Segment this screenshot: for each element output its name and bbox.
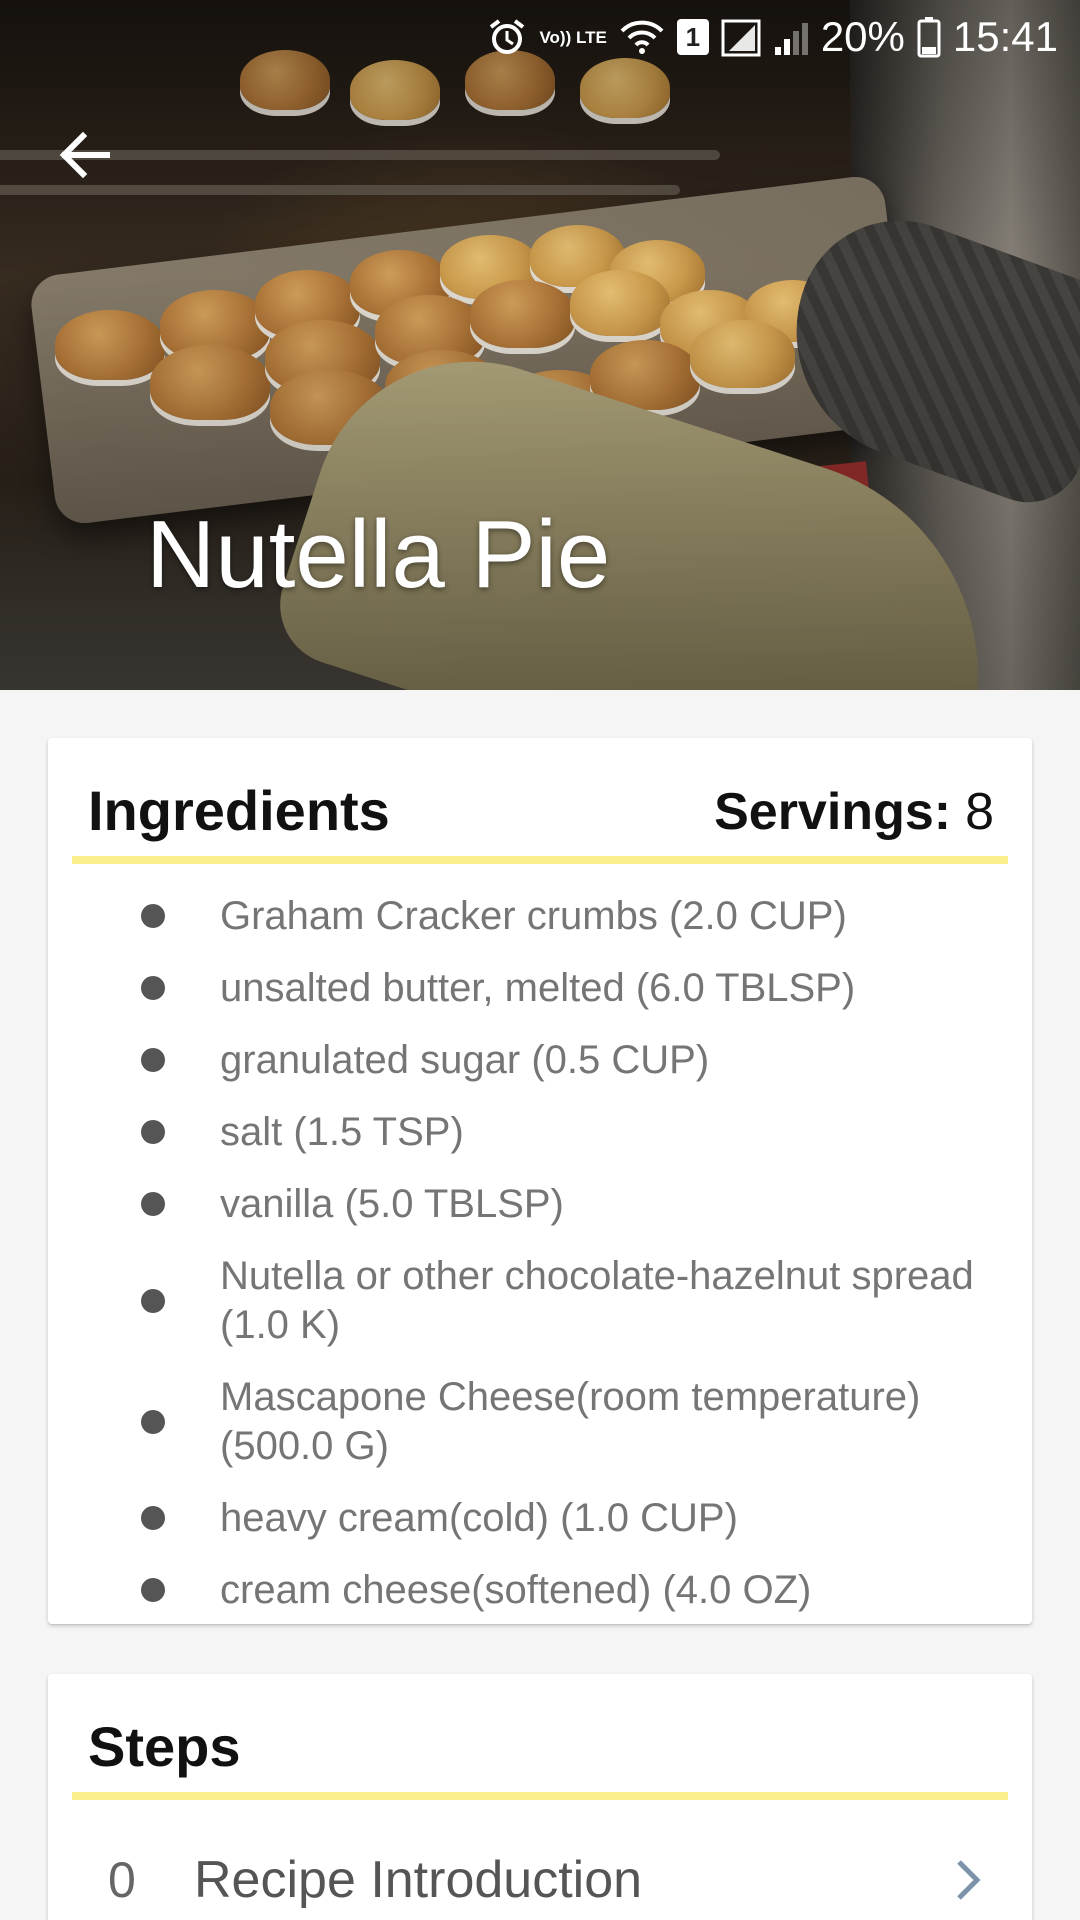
ingredient-text: vanilla (5.0 TBLSP) [220,1182,564,1226]
ingredient-text: salt (1.5 TSP) [220,1110,464,1154]
recipe-detail-screen: Vo)) LTE 1 20% 15:41 Nutella Pie Ingredi… [0,0,1080,1920]
bullet-icon [141,1578,165,1602]
ingredient-text: unsalted butter, melted (6.0 TBLSP) [220,966,856,1010]
signal-weak-icon [773,17,809,57]
servings-value: 8 [965,783,994,841]
step-item[interactable]: 0 Recipe Introduction [72,1820,1008,1920]
ingredient-item: granulated sugar (0.5 CUP) [48,1024,1032,1096]
steps-card: Steps 0 Recipe Introduction [48,1674,1032,1920]
volte-icon: Vo)) LTE [539,27,607,47]
ingredients-card: Ingredients Servings: 8 Graham Cracker cr… [48,738,1032,1624]
clock: 15:41 [952,13,1058,60]
alarm-icon [487,17,527,57]
battery-icon [917,17,941,58]
ingredient-item: Graham Cracker crumbs (2.0 CUP) [48,880,1032,952]
bullet-icon [141,1048,165,1072]
ingredient-text: cream cheese(softened) (4.0 OZ) [220,1568,812,1612]
bullet-icon [141,1120,165,1144]
chevron-right-icon [928,1858,1008,1902]
ingredient-text: Nutella or other chocolate-hazelnut spre… [220,1254,974,1347]
ingredients-heading: Ingredients [88,779,390,842]
ingredient-text: heavy cream(cold) (1.0 CUP) [220,1496,738,1540]
arrow-left-icon [59,131,110,179]
bullet-icon [141,1506,165,1530]
ingredients-header: Ingredients Servings: 8 [72,738,1008,864]
bullet-icon [141,904,165,928]
ingredient-text: Mascapone Cheese(room temperature) (500.… [220,1375,921,1468]
step-title: Recipe Introduction [194,1851,643,1909]
step-number: 0 [108,1852,136,1908]
status-bar: Vo)) LTE 1 20% 15:41 [0,0,1080,74]
ingredient-text: granulated sugar (0.5 CUP) [220,1038,710,1082]
servings-info: Servings: 8 [714,782,994,842]
sim-1-icon: 1 [676,19,709,55]
steps-heading: Steps [88,1715,241,1778]
recipe-title: Nutella Pie [146,501,611,608]
ingredient-item: unsalted butter, melted (6.0 TBLSP) [48,952,1032,1024]
bullet-icon [141,1192,165,1216]
servings-label: Servings: [714,783,952,841]
bullet-icon [141,1410,165,1434]
wifi-icon [619,17,665,57]
steps-header: Steps [72,1674,1008,1800]
ingredient-item: heavy cream(cold) (1.0 CUP) [48,1482,1032,1554]
ingredient-text: Graham Cracker crumbs (2.0 CUP) [220,894,847,938]
ingredient-item: vanilla (5.0 TBLSP) [48,1168,1032,1240]
back-button[interactable] [50,120,120,190]
ingredient-item: Mascapone Cheese(room temperature) (500.… [48,1361,1032,1482]
battery-percentage: 20% [820,13,905,60]
ingredient-item: salt (1.5 TSP) [48,1096,1032,1168]
bullet-icon [141,1289,165,1313]
ingredient-item: Nutella or other chocolate-hazelnut spre… [48,1240,1032,1361]
signal-icon [721,17,761,57]
ingredient-list: Graham Cracker crumbs (2.0 CUP) unsalted… [48,880,1032,1626]
ingredient-item: cream cheese(softened) (4.0 OZ) [48,1554,1032,1626]
bullet-icon [141,976,165,1000]
